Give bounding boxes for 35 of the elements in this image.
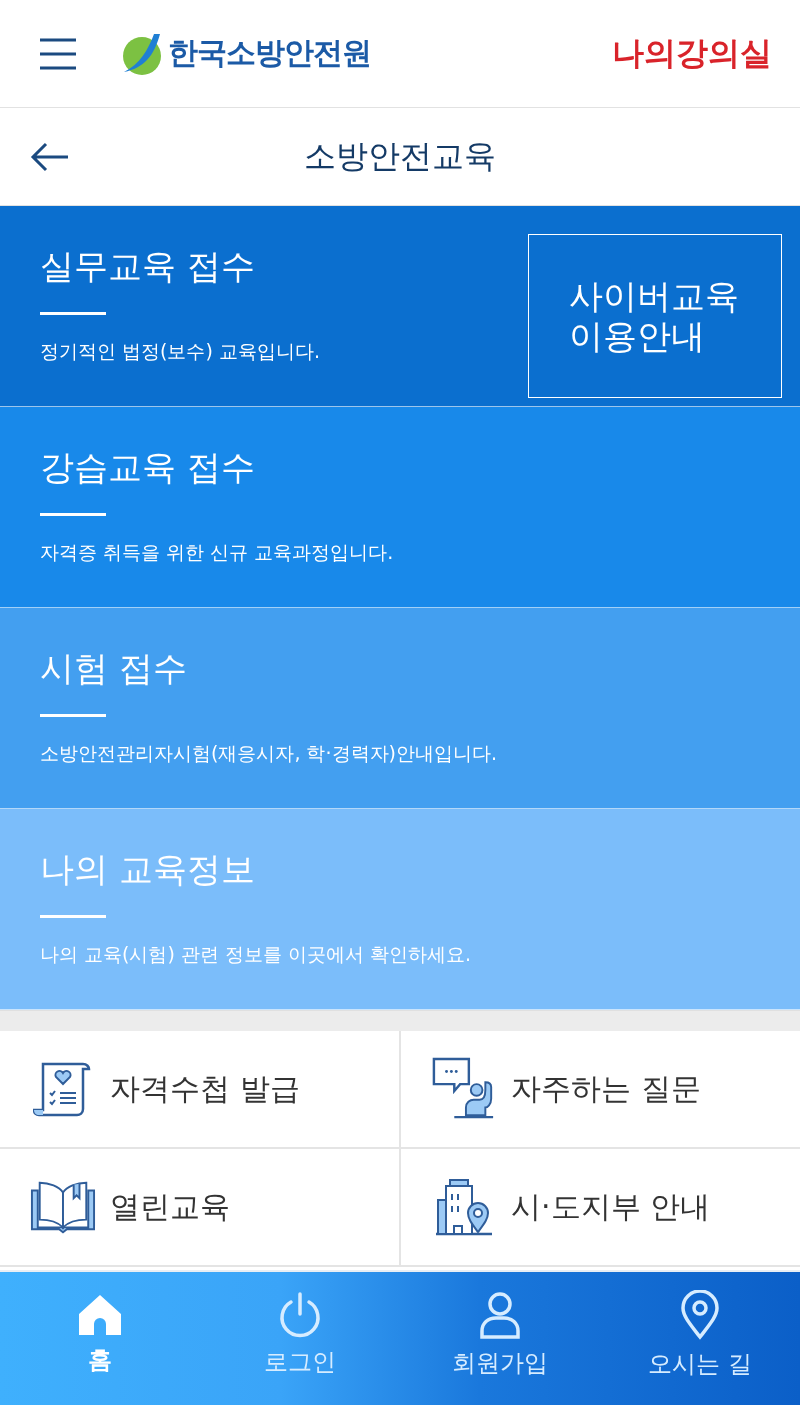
location-pin-icon xyxy=(680,1289,720,1340)
section-title: 실무교육 접수 xyxy=(40,245,256,288)
nav-tab[interactable]: 회원가입 xyxy=(400,1272,600,1405)
page-title: 소방안전교육 xyxy=(304,136,496,175)
education-section[interactable]: 강습교육 접수 자격증 취득을 위한 신규 교육과정입니다. xyxy=(0,407,800,608)
section-title: 강습교육 접수 xyxy=(40,446,256,489)
section-description: 정기적인 법정(보수) 교육입니다. xyxy=(40,339,321,364)
section-description: 자격증 취득을 위한 신규 교육과정입니다. xyxy=(40,540,395,565)
quick-link[interactable]: 시·도지부 안내 xyxy=(401,1149,800,1265)
section-title: 시험 접수 xyxy=(40,647,188,690)
person-icon xyxy=(479,1290,521,1339)
quick-link[interactable]: 자격수첩 발급 xyxy=(0,1031,399,1147)
cyber-education-guide-button[interactable]: 사이버교육 이용안내 xyxy=(528,234,782,398)
education-section[interactable]: 실무교육 접수 정기적인 법정(보수) 교육입니다. 사이버교육 이용안내 xyxy=(0,206,800,407)
section-title: 나의 교육정보 xyxy=(40,848,256,891)
building-location-icon xyxy=(434,1178,494,1236)
nav-tab[interactable]: 오시는 길 xyxy=(600,1272,800,1405)
title-underline xyxy=(40,513,106,516)
power-icon xyxy=(278,1291,322,1338)
education-section[interactable]: 시험 접수 소방안전관리자시험(재응시자, 학·경력자)안내입니다. xyxy=(0,608,800,809)
logo-icon xyxy=(120,31,164,76)
logo-text: 한국소방안전원 xyxy=(168,34,371,72)
title-underline xyxy=(40,714,106,717)
back-arrow-icon[interactable] xyxy=(30,141,70,172)
section-description: 소방안전관리자시험(재응시자, 학·경력자)안내입니다. xyxy=(40,741,498,766)
open-book-icon xyxy=(30,1180,96,1234)
title-underline xyxy=(40,915,106,918)
certificate-scroll-icon xyxy=(33,1060,93,1118)
my-classroom-link[interactable]: 나의강의실 xyxy=(612,31,772,76)
home-icon xyxy=(78,1293,122,1336)
section-description: 나의 교육(시험) 관련 정보를 이곳에서 확인하세요. xyxy=(40,942,473,967)
quick-link[interactable]: 자주하는 질문 xyxy=(401,1031,800,1147)
menu-icon[interactable] xyxy=(40,37,76,70)
title-underline xyxy=(40,312,106,315)
quick-link[interactable]: 열린교육 xyxy=(0,1149,399,1265)
